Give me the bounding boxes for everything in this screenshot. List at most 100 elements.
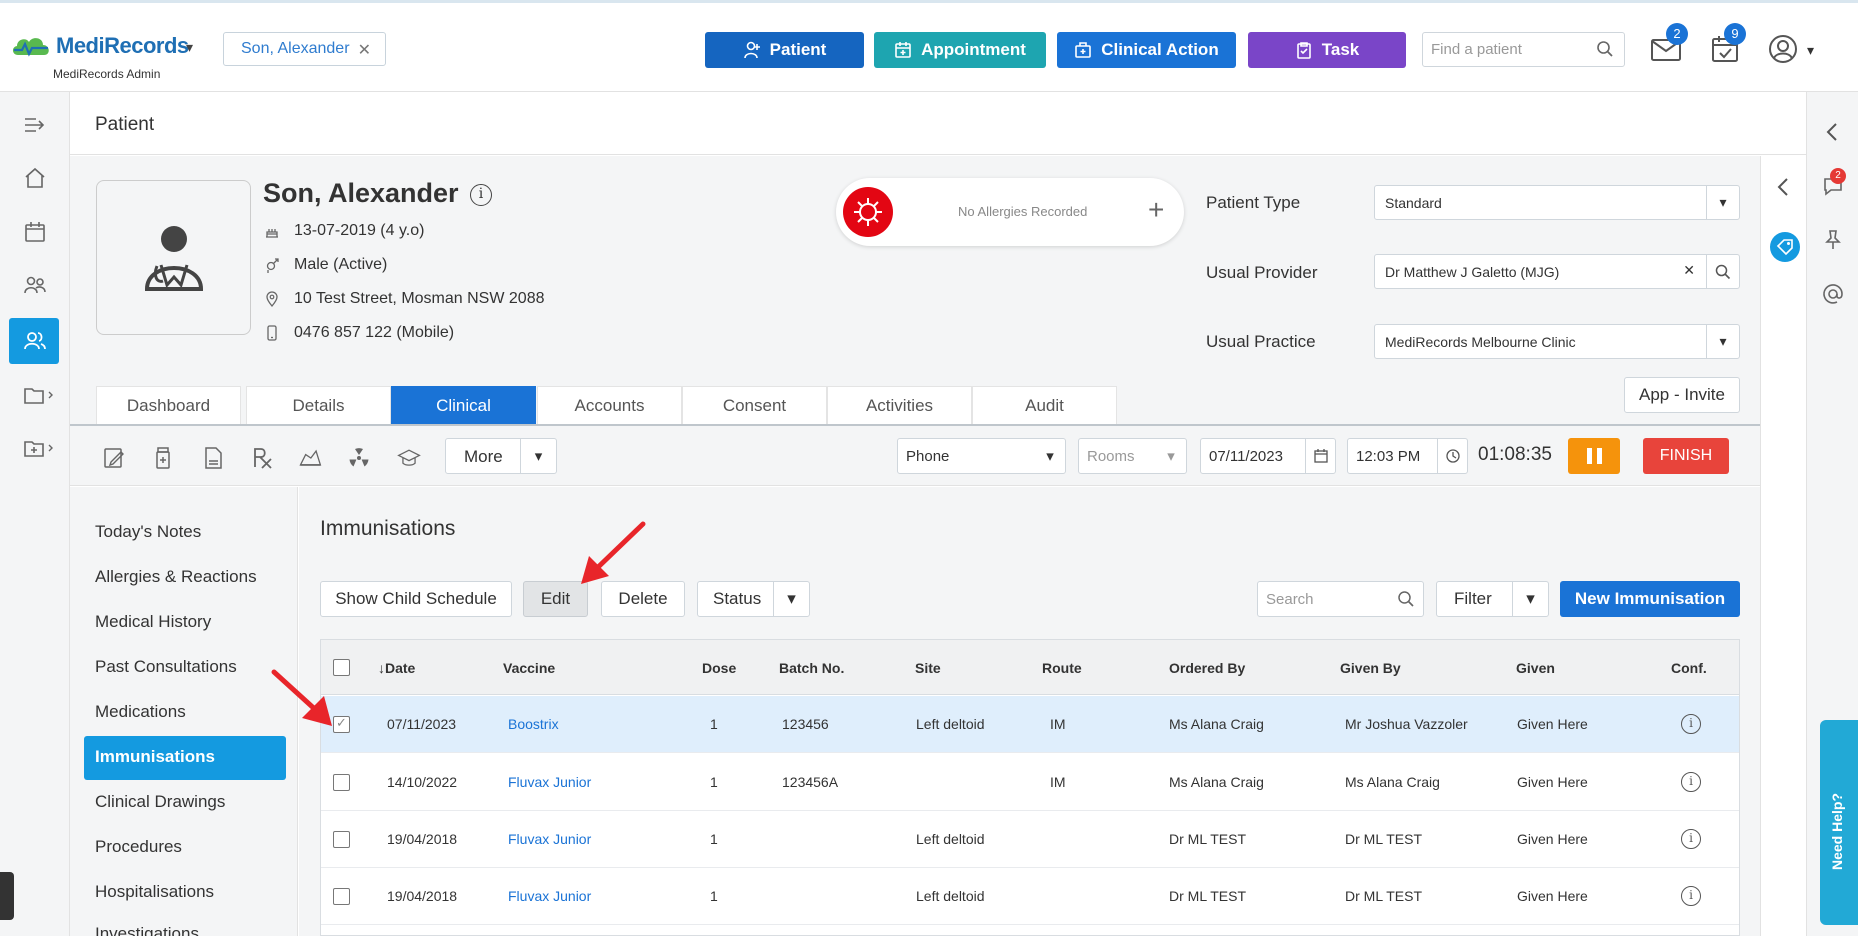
calendar-icon[interactable] [1305, 439, 1335, 473]
app-logo[interactable]: MediRecords [10, 33, 189, 59]
tab-audit[interactable]: Audit [972, 386, 1117, 424]
usual-practice-select[interactable]: MediRecords Melbourne Clinic ▾ [1374, 324, 1740, 359]
users-group-icon[interactable] [22, 272, 48, 298]
clinical-menu-investigations[interactable]: Investigations [95, 926, 199, 936]
tab-consent[interactable]: Consent [682, 386, 827, 424]
new-task-button[interactable]: Task [1248, 32, 1406, 68]
tag-button[interactable] [1770, 232, 1800, 262]
patient-type-select[interactable]: Standard ▾ [1374, 185, 1740, 220]
row-vaccine-link[interactable]: Fluvax Junior [508, 831, 591, 847]
clinical-menu-medications[interactable]: Medications [95, 702, 186, 722]
rooms-select[interactable]: Rooms ▾ [1078, 438, 1187, 474]
clinical-menu-medical-history[interactable]: Medical History [95, 612, 211, 632]
chevron-down-icon[interactable]: ▾ [1807, 42, 1814, 59]
search-icon[interactable] [1397, 590, 1415, 608]
clear-icon[interactable]: ✕ [1683, 262, 1695, 279]
app-invite-button[interactable]: App - Invite [1624, 377, 1740, 413]
clinical-menu-procedures[interactable]: Procedures [95, 837, 182, 857]
chevron-down-icon[interactable]: ▾ [773, 582, 809, 616]
user-account-icon[interactable] [1768, 34, 1798, 64]
new-patient-button[interactable]: Patient [705, 32, 864, 68]
tab-dashboard[interactable]: Dashboard [96, 386, 241, 424]
patients-icon[interactable] [22, 328, 48, 354]
open-patient-tab[interactable]: Son, Alexander ✕ [223, 32, 386, 66]
lab-flask-icon[interactable] [297, 445, 327, 471]
column-date[interactable]: ↓Date [378, 660, 415, 676]
chevron-down-icon[interactable]: ▾ [186, 39, 193, 56]
medication-bottle-icon[interactable] [150, 445, 176, 471]
info-icon[interactable]: i [1681, 772, 1701, 792]
clinical-menu-clinical-drawings[interactable]: Clinical Drawings [95, 792, 225, 812]
tab-details[interactable]: Details [246, 386, 391, 424]
chevron-down-icon[interactable]: ▾ [1156, 439, 1186, 473]
new-clinical-action-button[interactable]: Clinical Action [1057, 32, 1236, 68]
more-tools-button[interactable]: More ▾ [445, 438, 557, 474]
close-icon[interactable]: ✕ [358, 40, 371, 60]
home-icon[interactable] [22, 165, 48, 191]
row-vaccine-link[interactable]: Fluvax Junior [508, 888, 591, 904]
patient-avatar[interactable] [96, 180, 251, 335]
table-row[interactable]: 19/04/2018 Fluvax Junior 1 Left deltoid … [321, 811, 1739, 868]
tab-activities[interactable]: Activities [827, 386, 972, 424]
clinical-menu-allergies[interactable]: Allergies & Reactions [95, 567, 257, 587]
consult-time-input[interactable]: 12:03 PM [1347, 438, 1468, 474]
search-icon[interactable] [1706, 255, 1739, 288]
chevron-down-icon[interactable]: ▾ [1512, 582, 1548, 616]
new-immunisation-button[interactable]: New Immunisation [1560, 581, 1740, 617]
chevron-down-icon[interactable]: ▾ [1035, 439, 1065, 473]
row-vaccine-link[interactable]: Fluvax Junior [508, 774, 591, 790]
column-dose[interactable]: Dose [702, 660, 736, 676]
row-vaccine-link[interactable]: Boostrix [508, 716, 559, 732]
chevron-left-icon[interactable] [1821, 120, 1845, 144]
tab-accounts[interactable]: Accounts [537, 386, 682, 424]
prescription-icon[interactable] [250, 445, 276, 471]
column-given-by[interactable]: Given By [1340, 660, 1401, 676]
filter-button[interactable]: Filter ▾ [1436, 581, 1549, 617]
search-icon[interactable] [1596, 40, 1614, 58]
status-button[interactable]: Status ▾ [697, 581, 810, 617]
column-confidential[interactable]: Conf. [1671, 660, 1707, 676]
radiation-icon[interactable] [346, 445, 372, 471]
clinical-menu-past-consultations[interactable]: Past Consultations [95, 657, 237, 677]
info-icon[interactable]: i [1681, 829, 1701, 849]
show-child-schedule-button[interactable]: Show Child Schedule [320, 581, 512, 617]
column-batch[interactable]: Batch No. [779, 660, 844, 676]
info-icon[interactable]: i [470, 184, 492, 206]
info-icon[interactable]: i [1681, 714, 1701, 734]
expand-menu-icon[interactable] [22, 112, 48, 138]
calendar-icon[interactable] [22, 219, 48, 245]
add-allergy-icon[interactable]: + [1148, 194, 1164, 226]
clinical-menu-hospitalisations[interactable]: Hospitalisations [95, 882, 214, 902]
clock-icon[interactable] [1437, 439, 1467, 473]
table-row[interactable]: 19/04/2018 Fluvax Junior 1 Left deltoid … [321, 868, 1739, 925]
chevron-down-icon[interactable]: ▾ [520, 439, 556, 473]
row-checkbox[interactable] [333, 888, 350, 905]
side-drawer-handle[interactable] [0, 872, 14, 920]
column-given[interactable]: Given [1516, 660, 1555, 676]
folder-icon[interactable] [22, 382, 58, 408]
find-patient-input[interactable]: Find a patient [1422, 32, 1625, 67]
info-icon[interactable]: i [1681, 886, 1701, 906]
column-site[interactable]: Site [915, 660, 941, 676]
table-row[interactable]: 14/10/2022 Fluvax Junior 1 123456A IM Ms… [321, 754, 1739, 811]
edit-note-icon[interactable] [101, 445, 127, 471]
folder-plus-icon[interactable] [22, 435, 58, 461]
pin-icon[interactable] [1821, 228, 1845, 252]
chevron-down-icon[interactable]: ▾ [1706, 325, 1739, 358]
chevron-down-icon[interactable]: ▾ [1706, 186, 1739, 219]
need-help-button[interactable]: Need Help? [1820, 720, 1858, 925]
chevron-left-icon[interactable] [1773, 176, 1795, 198]
column-route[interactable]: Route [1042, 660, 1082, 676]
column-ordered-by[interactable]: Ordered By [1169, 660, 1245, 676]
consult-mode-select[interactable]: Phone ▾ [897, 438, 1066, 474]
tab-clinical[interactable]: Clinical [391, 386, 536, 424]
table-row[interactable]: 07/11/2023 Boostrix 1 123456 Left deltoi… [321, 696, 1739, 753]
mention-icon[interactable] [1821, 282, 1845, 306]
education-cap-icon[interactable] [396, 445, 426, 471]
usual-provider-select[interactable]: Dr Matthew J Galetto (MJG) ✕ [1374, 254, 1740, 289]
document-icon[interactable] [200, 445, 226, 471]
row-checkbox[interactable] [333, 774, 350, 791]
immunisation-search-input[interactable]: Search [1257, 581, 1424, 617]
pause-button[interactable] [1568, 438, 1620, 474]
clinical-menu-immunisations[interactable]: Immunisations [95, 747, 215, 767]
